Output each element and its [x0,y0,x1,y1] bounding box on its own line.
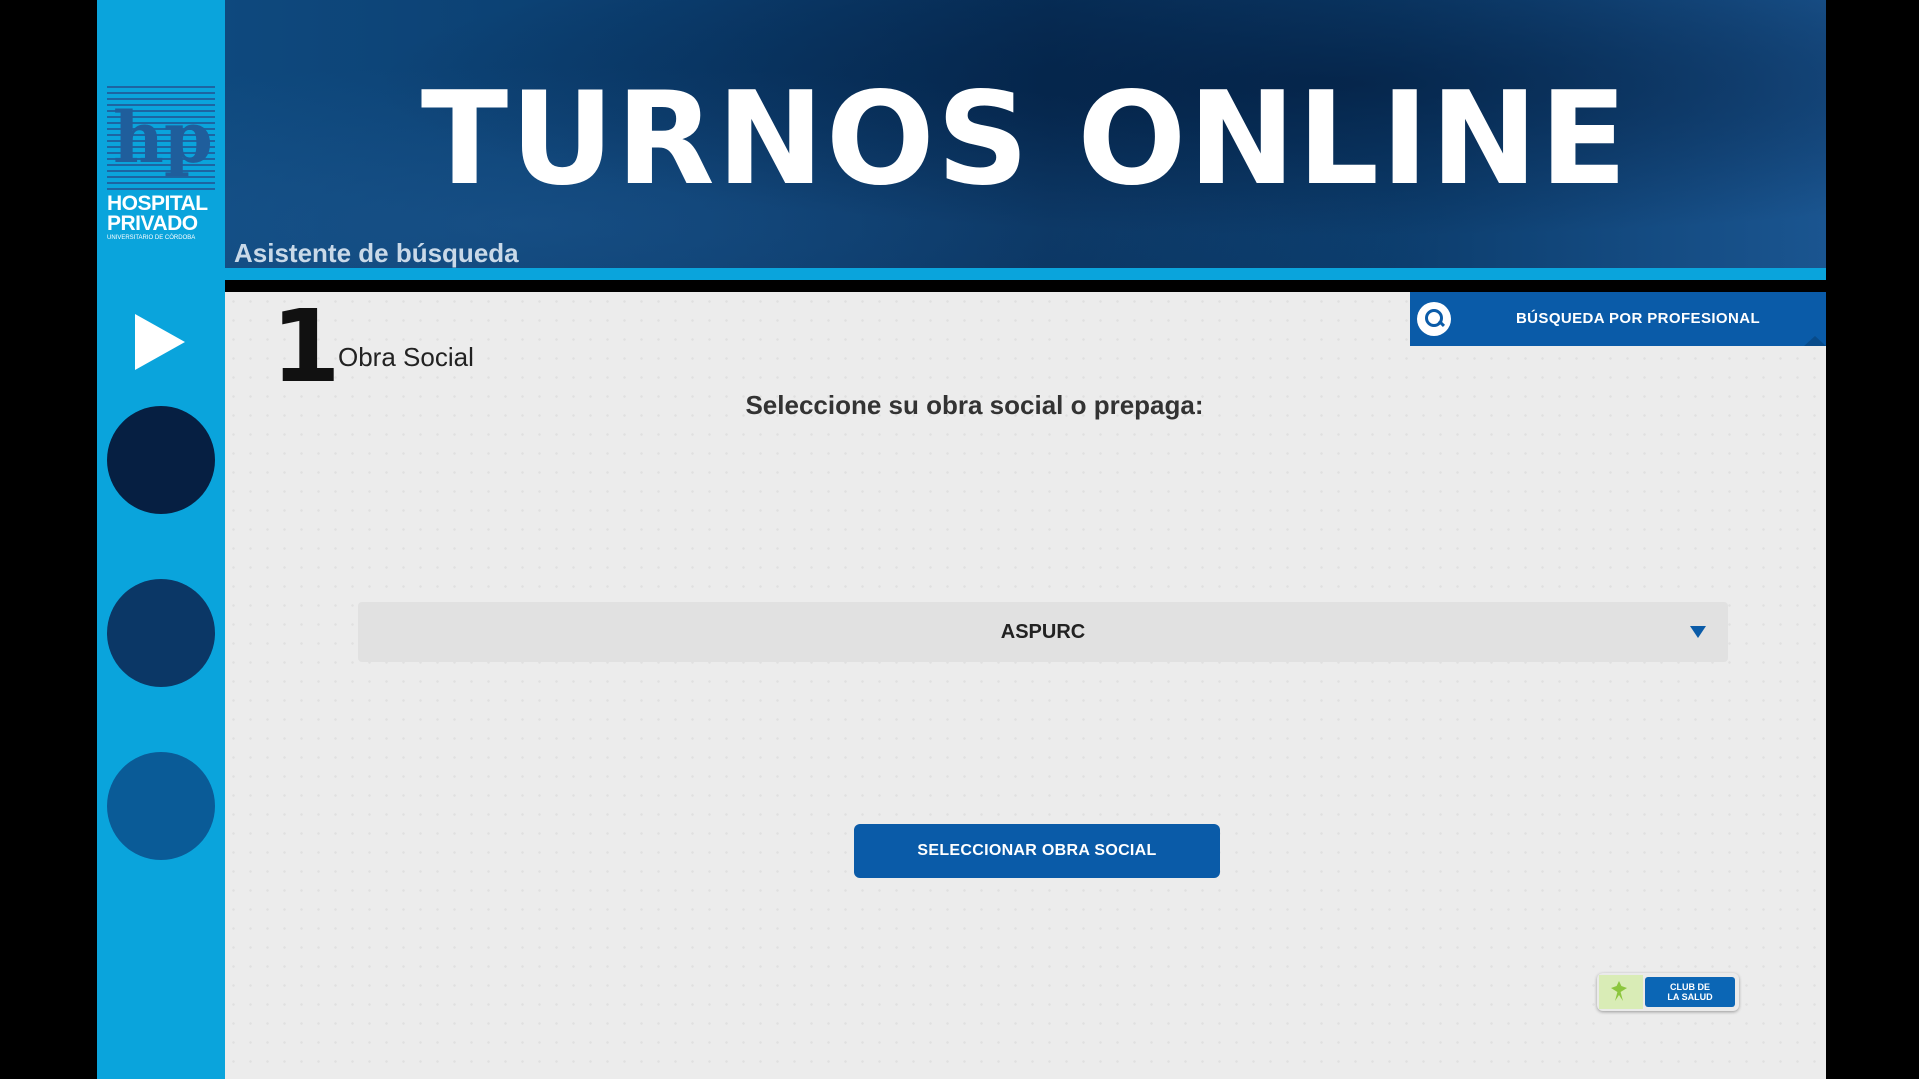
step-number: 1 [271,288,341,405]
logo-monogram: hp [113,96,213,179]
step-indicator-2[interactable] [107,406,215,514]
step-sidebar: hp HOSPITAL PRIVADO UNIVERSITARIO DE CÓR… [97,0,225,1079]
logo-mark: hp [107,86,215,194]
logo-text-universitario: UNIVERSITARIO DE CÓRDOBA [107,235,196,241]
header-divider [97,268,1826,280]
hospital-logo: hp HOSPITAL PRIVADO UNIVERSITARIO DE CÓR… [107,86,215,246]
club-badge-text: CLUB DE LA SALUD [1645,977,1735,1007]
select-value: ASPURC [1000,621,1086,643]
club-de-la-salud-badge[interactable]: CLUB DE LA SALUD [1597,973,1739,1011]
step-indicator-4[interactable] [107,752,215,860]
step-label: Obra Social [338,342,474,372]
page-title: TURNOS ONLINE [420,65,1630,214]
header-banner: TURNOS ONLINE Asistente de búsqueda [97,0,1826,280]
select-prompt: Seleccione su obra social o prepaga: [745,390,1204,420]
step-indicator-3[interactable] [107,579,215,687]
page-subtitle: Asistente de búsqueda [234,238,519,268]
club-logo-icon [1599,975,1643,1009]
select-obra-social-button[interactable]: SELECCIONAR OBRA SOCIAL [854,824,1220,878]
main-panel: 1 Obra Social Seleccione su obra social … [225,292,1826,1079]
search-by-professional-button[interactable]: BÚSQUEDA POR PROFESIONAL [1410,292,1826,346]
dropdown-arrow-icon[interactable] [1690,626,1706,638]
search-by-professional-label: BÚSQUEDA POR PROFESIONAL [1515,310,1761,327]
play-icon [135,314,185,370]
app-frame: TURNOS ONLINE Asistente de búsqueda hp H… [97,0,1826,1079]
obra-social-select[interactable]: ASPURC [358,602,1728,662]
tab-notch [1804,336,1826,346]
logo-text-privado: PRIVADO [107,212,198,235]
logo-text-hospital: HOSPITAL [107,192,208,215]
